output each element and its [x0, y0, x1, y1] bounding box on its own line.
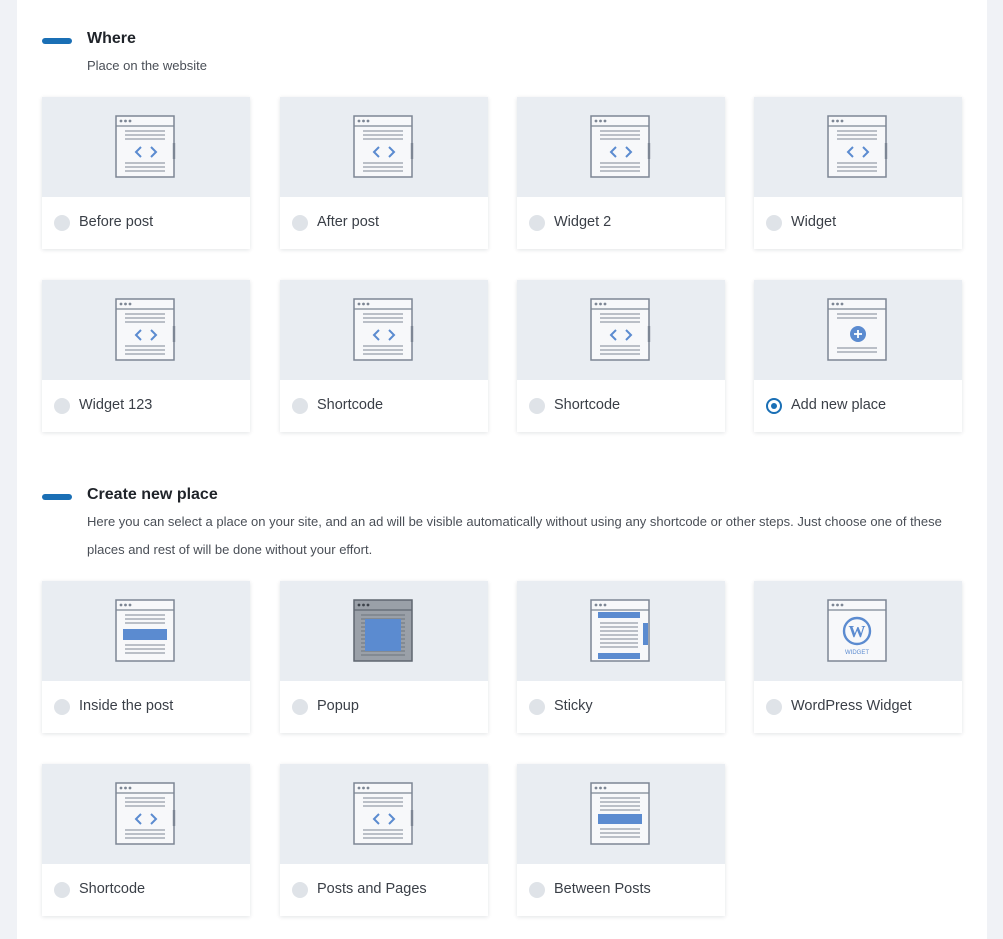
option-radio[interactable] — [529, 215, 545, 231]
option-footer: Widget 2 — [517, 197, 725, 249]
option-footer: Widget 123 — [42, 380, 250, 432]
option-footer: Before post — [42, 197, 250, 249]
option-footer: Shortcode — [280, 380, 488, 432]
option-label: Widget 123 — [79, 397, 153, 413]
section-accent-bar — [42, 38, 72, 44]
option-radio[interactable] — [766, 398, 782, 414]
placement-option-card[interactable]: Posts and Pages — [280, 764, 488, 916]
option-label: Widget 2 — [554, 214, 612, 230]
option-label: After post — [317, 214, 380, 230]
placement-option-card[interactable]: Before post — [42, 97, 250, 249]
placement-option-card[interactable]: Shortcode — [42, 764, 250, 916]
placement-option-card[interactable]: Between Posts — [517, 764, 725, 916]
option-radio[interactable] — [766, 215, 782, 231]
section-accent-bar — [42, 494, 72, 500]
option-footer: Between Posts — [517, 864, 725, 916]
option-footer: Inside the post — [42, 681, 250, 733]
option-label: Shortcode — [554, 397, 621, 413]
option-radio[interactable] — [54, 398, 70, 414]
option-radio[interactable] — [292, 398, 308, 414]
option-label: WordPress Widget — [791, 698, 912, 714]
option-thumbnail — [517, 764, 725, 864]
option-label: Popup — [317, 698, 359, 714]
option-thumbnail — [42, 97, 250, 197]
placement-option-card[interactable]: Add new place — [754, 280, 962, 432]
placement-option-card[interactable]: Widget 123 — [42, 280, 250, 432]
option-radio[interactable] — [54, 882, 70, 898]
placement-option-card[interactable]: Shortcode — [517, 280, 725, 432]
option-label: Widget — [791, 214, 837, 230]
option-footer: Shortcode — [42, 864, 250, 916]
placement-panel: Where Place on the website Before post A… — [17, 0, 987, 939]
option-thumbnail — [754, 280, 962, 380]
placement-option-card[interactable]: After post — [280, 97, 488, 249]
option-radio[interactable] — [766, 699, 782, 715]
option-label: Sticky — [554, 698, 593, 714]
option-radio[interactable] — [529, 882, 545, 898]
option-radio[interactable] — [292, 882, 308, 898]
option-thumbnail — [280, 97, 488, 197]
option-thumbnail: W WIDGET — [754, 581, 962, 681]
option-label: Inside the post — [79, 698, 174, 714]
option-footer: Widget — [754, 197, 962, 249]
option-thumbnail — [280, 764, 488, 864]
placement-option-card[interactable]: Shortcode — [280, 280, 488, 432]
option-radio[interactable] — [529, 398, 545, 414]
where-title: Where — [87, 30, 136, 47]
placement-option-card[interactable]: W WIDGET WordPress Widget — [754, 581, 962, 733]
option-label: Posts and Pages — [317, 881, 427, 897]
option-thumbnail — [42, 581, 250, 681]
option-footer: Add new place — [754, 380, 962, 432]
option-thumbnail — [517, 97, 725, 197]
create-title: Create new place — [87, 486, 218, 503]
option-label: Shortcode — [317, 397, 384, 413]
option-radio[interactable] — [292, 215, 308, 231]
option-radio[interactable] — [292, 699, 308, 715]
placement-option-card[interactable]: Sticky — [517, 581, 725, 733]
placement-option-card[interactable]: Inside the post — [42, 581, 250, 733]
where-subtitle: Place on the website — [87, 58, 207, 73]
placement-option-card[interactable]: Widget — [754, 97, 962, 249]
option-footer: Shortcode — [517, 380, 725, 432]
placement-option-card[interactable]: Popup — [280, 581, 488, 733]
option-thumbnail — [517, 280, 725, 380]
option-footer: After post — [280, 197, 488, 249]
option-label: Add new place — [791, 397, 887, 413]
option-radio[interactable] — [54, 699, 70, 715]
option-radio[interactable] — [529, 699, 545, 715]
option-radio[interactable] — [54, 215, 70, 231]
option-thumbnail — [280, 581, 488, 681]
option-footer: Popup — [280, 681, 488, 733]
option-footer: WordPress Widget — [754, 681, 962, 733]
create-description: Here you can select a place on your site… — [87, 514, 942, 557]
option-label: Between Posts — [554, 881, 651, 897]
option-thumbnail — [280, 280, 488, 380]
widget-icon-text: WIDGET — [845, 650, 869, 656]
option-label: Shortcode — [79, 881, 146, 897]
option-thumbnail — [42, 764, 250, 864]
option-thumbnail — [754, 97, 962, 197]
placement-option-card[interactable]: Widget 2 — [517, 97, 725, 249]
option-label: Before post — [79, 214, 154, 230]
option-footer: Sticky — [517, 681, 725, 733]
option-footer: Posts and Pages — [280, 864, 488, 916]
option-thumbnail — [517, 581, 725, 681]
option-thumbnail — [42, 280, 250, 380]
svg-text:W: W — [849, 622, 866, 641]
